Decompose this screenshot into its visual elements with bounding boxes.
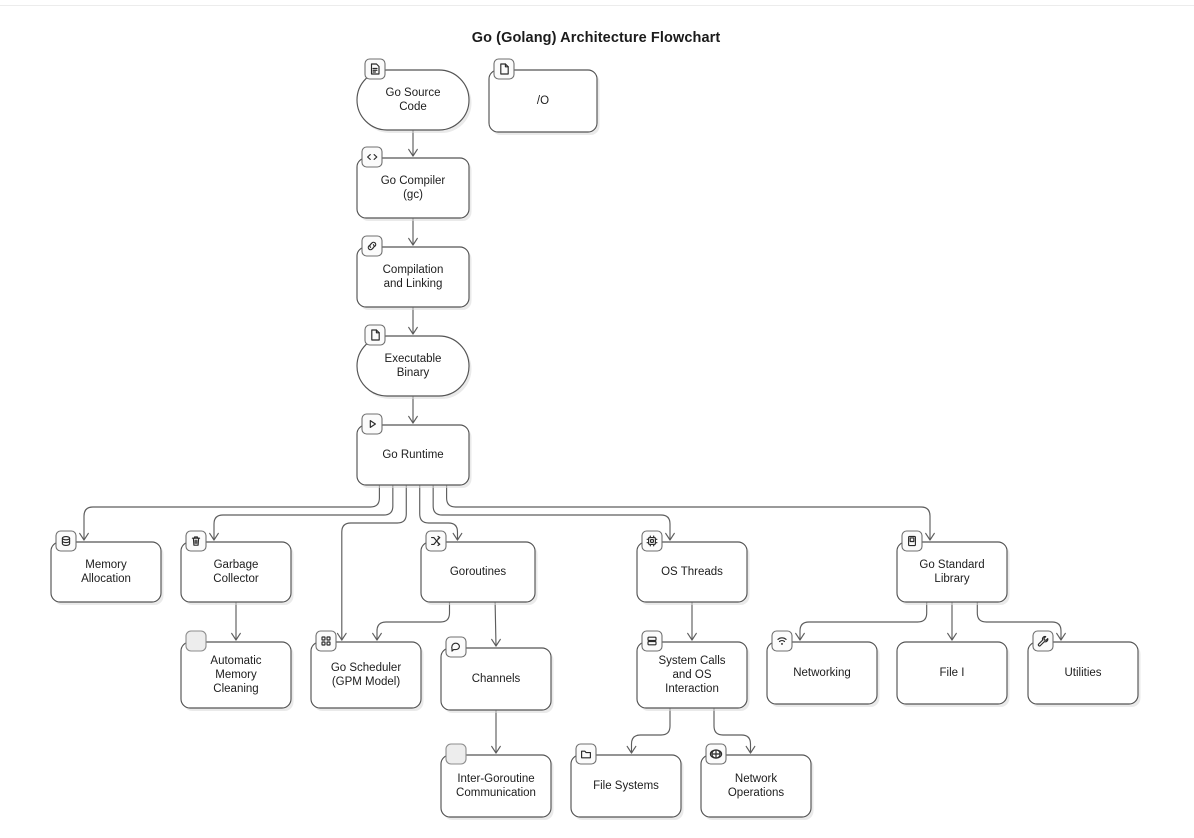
flow-edge	[446, 484, 931, 541]
node-label: Allocation	[81, 573, 131, 585]
node-label: Library	[934, 573, 969, 585]
flow-node[interactable]: Garbage Collector	[180, 530, 294, 605]
grid-icon	[315, 630, 337, 652]
flow-edge	[630, 707, 671, 754]
node-label: Garbage	[214, 559, 259, 571]
node-label: Operations	[728, 787, 785, 799]
flow-node[interactable]: System Calls and OS Interaction	[636, 630, 750, 711]
trash-icon	[185, 530, 207, 552]
node-label: and Linking	[384, 278, 443, 290]
flow-node[interactable]: Compilation and Linking	[356, 235, 472, 310]
link-icon	[361, 235, 383, 257]
node-layer: Go Source Code/O Go Compiler (gc) Compilatio…	[50, 58, 1141, 820]
node-label: /O	[537, 95, 549, 107]
flow-node[interactable]: Channels	[440, 636, 554, 713]
cpu-icon	[641, 530, 663, 552]
flow-node[interactable]: Go Scheduler (GPM Model)	[310, 630, 424, 711]
node-label: Inter-Goroutine	[457, 773, 534, 785]
node-label: Communication	[456, 787, 536, 799]
node-label: Go Runtime	[382, 449, 443, 461]
node-label: (GPM Model)	[332, 676, 401, 688]
file-icon	[493, 58, 515, 80]
play-icon	[361, 413, 383, 435]
node-label: Compilation	[383, 264, 444, 276]
code-icon	[361, 146, 383, 168]
flow-edge	[83, 484, 380, 541]
node-label: Executable	[385, 353, 442, 365]
node-label: System Calls	[658, 655, 725, 667]
node-label: File Systems	[593, 780, 659, 792]
node-label: Memory	[85, 559, 127, 571]
flow-node[interactable]: Networking	[766, 630, 880, 707]
flow-node[interactable]: Memory Allocation	[50, 530, 164, 605]
flow-node[interactable]: Executable Binary	[356, 324, 472, 399]
flow-edge	[376, 601, 451, 641]
flow-node[interactable]: Inter-Goroutine Communication	[440, 743, 554, 820]
flow-node[interactable]: Network Operations	[700, 743, 814, 820]
flow-node[interactable]: Utilities	[1027, 630, 1141, 707]
flow-edge	[799, 601, 928, 641]
flow-node[interactable]: Go Compiler (gc)	[356, 146, 472, 221]
node-label: (gc)	[403, 189, 423, 201]
flow-node[interactable]: /O	[488, 58, 600, 135]
server-icon	[641, 630, 663, 652]
node-label: Binary	[397, 367, 430, 379]
node-label: Network	[735, 773, 777, 785]
chat-icon	[445, 636, 467, 658]
node-box[interactable]	[310, 641, 422, 709]
flow-node[interactable]: File Systems	[570, 743, 684, 820]
flow-node[interactable]: File I	[896, 641, 1010, 707]
flow-edge	[494, 601, 497, 647]
node-label: Interaction	[665, 683, 719, 695]
node-label: Automatic	[210, 655, 261, 667]
node-label: File I	[940, 667, 965, 679]
node-label: Memory	[215, 669, 257, 681]
flow-node[interactable]: Automatic Memory Cleaning	[180, 630, 294, 711]
flow-edge	[213, 484, 394, 541]
folder-icon	[575, 743, 597, 765]
node-label: Code	[399, 101, 427, 113]
flow-node[interactable]: Goroutines	[420, 530, 538, 605]
flow-edge	[341, 484, 407, 641]
node-label: Cleaning	[213, 683, 258, 695]
node-label: Go Compiler	[381, 175, 446, 187]
node-label: Goroutines	[450, 566, 507, 578]
node-label: Channels	[472, 673, 521, 685]
node-label: and OS	[673, 669, 712, 681]
wrench-icon	[1032, 630, 1054, 652]
flowchart-canvas: Go Source Code/O Go Compiler (gc) Compilatio…	[50, 58, 1141, 820]
flow-edge	[432, 484, 671, 541]
node-label: Go Scheduler	[331, 662, 401, 674]
globe-icon	[705, 743, 727, 765]
book-icon	[901, 530, 923, 552]
flow-node[interactable]: Go Source Code	[356, 58, 472, 133]
blank-icon	[185, 630, 207, 652]
flow-node[interactable]: Go Standard Library	[896, 530, 1010, 605]
node-label: Networking	[793, 667, 851, 679]
file-text-icon	[364, 58, 386, 80]
node-label: OS Threads	[661, 566, 723, 578]
wifi-icon	[771, 630, 793, 652]
node-label: Go Source	[386, 87, 441, 99]
flow-node[interactable]: OS Threads	[636, 530, 750, 605]
shuffle-icon	[425, 530, 447, 552]
flow-node[interactable]: Go Runtime	[356, 413, 472, 488]
file-icon	[364, 324, 386, 346]
node-label: Collector	[213, 573, 259, 585]
node-label: Go Standard	[919, 559, 984, 571]
node-label: Utilities	[1064, 667, 1101, 679]
database-icon	[55, 530, 77, 552]
blank-icon	[445, 743, 467, 765]
